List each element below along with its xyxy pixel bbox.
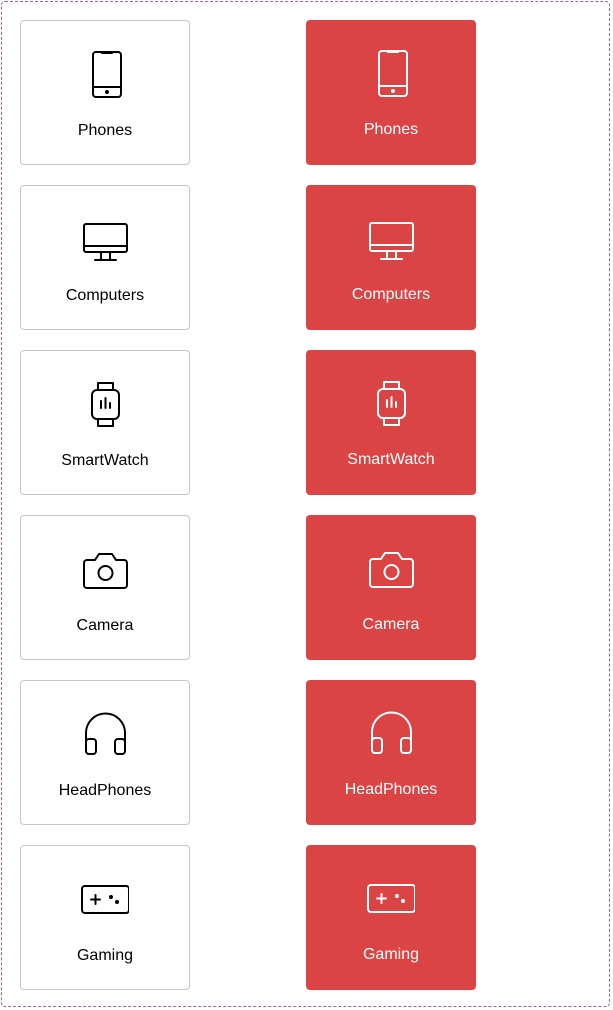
phone-icon xyxy=(367,49,415,97)
smartwatch-icon xyxy=(81,380,129,428)
category-label: Computers xyxy=(65,287,145,304)
computer-icon xyxy=(81,215,129,263)
headphones-icon xyxy=(81,710,129,758)
category-label: Computers xyxy=(351,286,431,303)
category-label: Phones xyxy=(363,121,419,138)
gamepad-icon xyxy=(81,875,129,923)
category-card-headphones-active[interactable]: HeadPhones xyxy=(306,680,476,825)
category-label: Phones xyxy=(77,122,133,139)
category-card-smartwatch-active[interactable]: SmartWatch xyxy=(306,350,476,495)
category-label: SmartWatch xyxy=(347,451,435,468)
camera-icon xyxy=(81,545,129,593)
category-card-camera[interactable]: Camera xyxy=(20,515,190,660)
category-label: HeadPhones xyxy=(58,782,152,799)
category-label: SmartWatch xyxy=(61,452,149,469)
category-label: Gaming xyxy=(76,947,134,964)
category-label: HeadPhones xyxy=(344,781,438,798)
computer-icon xyxy=(367,214,415,262)
headphones-icon xyxy=(367,709,415,757)
category-card-computers-active[interactable]: Computers xyxy=(306,185,476,330)
category-label: Camera xyxy=(76,617,134,634)
category-label: Camera xyxy=(362,616,420,633)
smartwatch-icon xyxy=(367,379,415,427)
category-card-camera-active[interactable]: Camera xyxy=(306,515,476,660)
category-card-gaming-active[interactable]: Gaming xyxy=(306,845,476,990)
category-card-phones-active[interactable]: Phones xyxy=(306,20,476,165)
phone-icon xyxy=(81,50,129,98)
category-card-gaming[interactable]: Gaming xyxy=(20,845,190,990)
category-label: Gaming xyxy=(362,946,420,963)
category-card-computers[interactable]: Computers xyxy=(20,185,190,330)
category-card-headphones[interactable]: HeadPhones xyxy=(20,680,190,825)
gamepad-icon xyxy=(367,874,415,922)
category-card-phones[interactable]: Phones xyxy=(20,20,190,165)
camera-icon xyxy=(367,544,415,592)
category-card-smartwatch[interactable]: SmartWatch xyxy=(20,350,190,495)
